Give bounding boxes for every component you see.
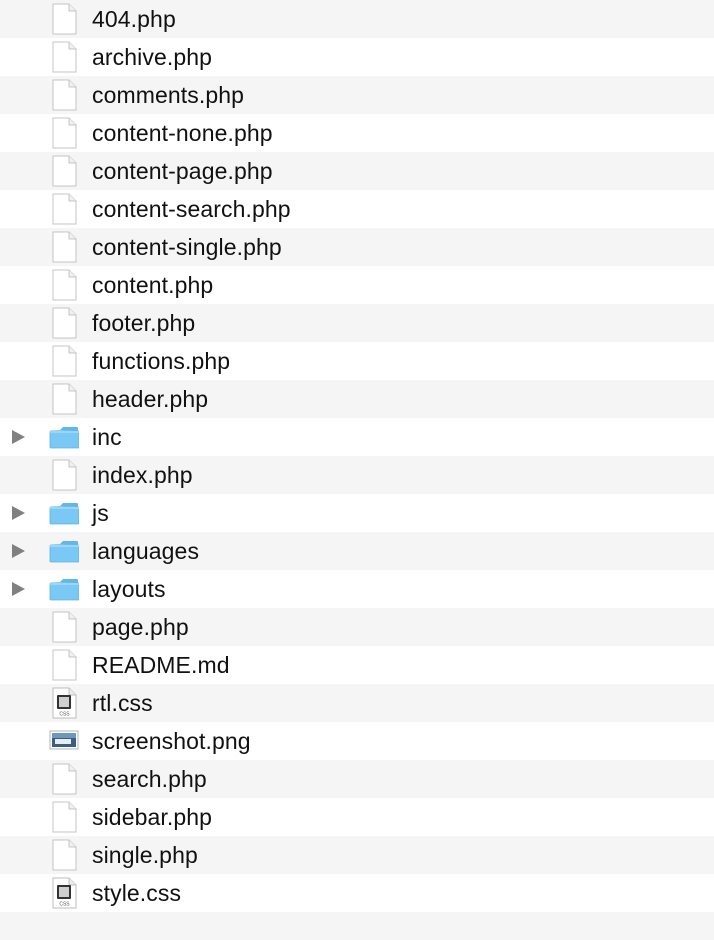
file-name: content-search.php [92, 195, 291, 222]
file-name: languages [92, 537, 200, 564]
file-row[interactable]: comments.php [0, 76, 714, 114]
file-name: content.php [92, 271, 214, 298]
file-row[interactable]: search.php [0, 760, 714, 798]
document-icon [49, 649, 79, 681]
folder-icon [49, 421, 80, 453]
disclosure-triangle-icon[interactable] [12, 544, 25, 558]
file-name: js [92, 499, 109, 526]
file-row[interactable]: functions.php [0, 342, 714, 380]
file-name: rtl.css [92, 689, 153, 716]
file-name: comments.php [92, 81, 245, 108]
document-icon [49, 41, 79, 73]
image-file-icon [49, 725, 79, 757]
folder-row[interactable]: languages [0, 532, 714, 570]
file-row[interactable]: 404.php [0, 0, 714, 38]
file-name: layouts [92, 575, 166, 602]
document-icon [49, 611, 79, 643]
file-name: header.php [92, 385, 209, 412]
document-icon [49, 763, 79, 795]
folder-icon [49, 573, 80, 605]
file-name: sidebar.php [92, 803, 213, 830]
file-row[interactable]: page.php [0, 608, 714, 646]
css-file-icon: CSS [49, 687, 79, 719]
folder-row[interactable]: layouts [0, 570, 714, 608]
disclosure-triangle-icon[interactable] [12, 430, 25, 444]
document-icon [49, 79, 79, 111]
file-row[interactable]: CSS style.css [0, 874, 714, 912]
file-name: README.md [92, 651, 230, 678]
document-icon [49, 231, 79, 263]
file-name: inc [92, 423, 122, 450]
file-row[interactable]: screenshot.png [0, 722, 714, 760]
file-name: page.php [92, 613, 189, 640]
document-icon [49, 155, 79, 187]
file-name: content-none.php [92, 119, 273, 146]
file-name: content-single.php [92, 233, 282, 260]
document-icon [49, 345, 79, 377]
file-row[interactable]: footer.php [0, 304, 714, 342]
document-icon [49, 269, 79, 301]
document-icon [49, 801, 79, 833]
file-row[interactable]: index.php [0, 456, 714, 494]
document-icon [49, 839, 79, 871]
document-icon [49, 383, 79, 415]
file-name: footer.php [92, 309, 196, 336]
file-row[interactable]: content-page.php [0, 152, 714, 190]
file-row[interactable]: single.php [0, 836, 714, 874]
file-row[interactable]: CSS rtl.css [0, 684, 714, 722]
svg-text:CSS: CSS [59, 902, 70, 908]
document-icon [49, 307, 79, 339]
file-row[interactable]: content-none.php [0, 114, 714, 152]
disclosure-triangle-icon[interactable] [12, 506, 25, 520]
file-name: content-page.php [92, 157, 273, 184]
document-icon [49, 459, 79, 491]
file-name: archive.php [92, 43, 213, 70]
file-row[interactable]: archive.php [0, 38, 714, 76]
svg-text:CSS: CSS [59, 712, 70, 718]
folder-row[interactable]: inc [0, 418, 714, 456]
folder-icon [49, 535, 80, 567]
css-file-icon: CSS [49, 877, 79, 909]
file-name: 404.php [92, 5, 176, 32]
folder-row[interactable]: js [0, 494, 714, 532]
document-icon [49, 117, 79, 149]
file-row[interactable]: content.php [0, 266, 714, 304]
file-name: index.php [92, 461, 193, 488]
file-row[interactable]: README.md [0, 646, 714, 684]
file-row[interactable]: content-search.php [0, 190, 714, 228]
file-name: search.php [92, 765, 207, 792]
file-name: screenshot.png [92, 727, 251, 754]
document-icon [49, 193, 79, 225]
file-name: single.php [92, 841, 198, 868]
file-name: style.css [92, 879, 182, 906]
folder-icon [49, 497, 80, 529]
file-row[interactable]: content-single.php [0, 228, 714, 266]
document-icon [49, 3, 79, 35]
file-list: 404.php archive.php comments.php content… [0, 0, 714, 912]
disclosure-triangle-icon[interactable] [12, 582, 25, 596]
file-row[interactable]: sidebar.php [0, 798, 714, 836]
file-row[interactable]: header.php [0, 380, 714, 418]
list-bottom-filler [0, 912, 714, 940]
file-name: functions.php [92, 347, 231, 374]
